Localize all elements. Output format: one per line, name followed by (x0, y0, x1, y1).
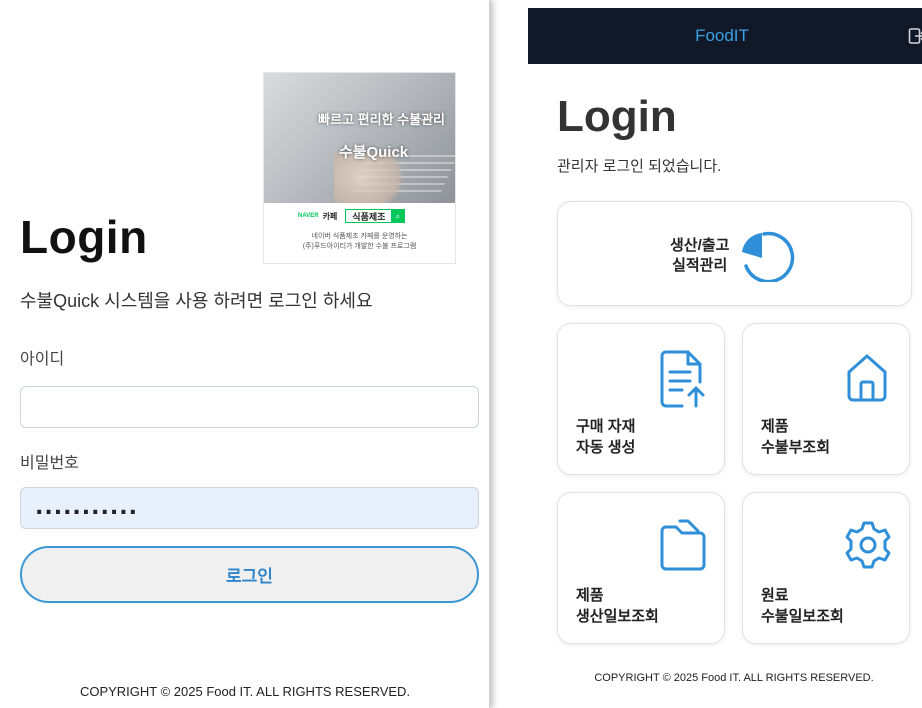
page-title: Login (20, 211, 148, 263)
card-label: 제품 생산일보조회 (576, 587, 659, 625)
copyright-footer: COPYRIGHT © 2025 Food IT. ALL RIGHTS RES… (79, 684, 411, 699)
promo-banner[interactable]: 빠르고 편리한 수불관리 수불Quick NAVER 카페 식품제조 ⌕ 네이버… (263, 72, 456, 264)
dashboard-title: Login (557, 92, 677, 141)
copyright-footer: COPYRIGHT © 2025 Food IT. ALL RIGHTS RES… (594, 672, 874, 684)
id-input[interactable] (20, 386, 479, 428)
search-icon: ⌕ (391, 209, 405, 223)
naver-logo: NAVER (298, 213, 319, 219)
id-label: 아이디 (20, 351, 65, 368)
promo-description-line2: (주)푸드아이티가 개발한 수불 프로그램 (302, 243, 417, 250)
card-label: 원료 수불일보조회 (761, 587, 844, 625)
card-label: 생산/출고 실적관리 (670, 237, 730, 274)
folder-icon (658, 517, 706, 573)
login-status-message: 관리자 로그인 되었습니다. (557, 158, 722, 175)
card-purchase-material[interactable]: 구매 자재 자동 생성 (557, 323, 725, 475)
card-production-daily[interactable]: 제품 생산일보조회 (557, 492, 725, 644)
password-input[interactable]: ........... (20, 487, 479, 529)
promo-search-term: 식품제조 (352, 211, 386, 222)
login-instructions: 수불Quick 시스템을 사용 하려면 로그인 하세요 (20, 291, 373, 311)
promo-description-line1: 네이버 식품제조 카페를 운영하는 (311, 233, 408, 240)
card-product-ledger[interactable]: 제품 수불부조회 (742, 323, 910, 475)
login-button[interactable]: 로그인 (20, 546, 479, 603)
card-production-shipment[interactable]: 생산/출고 실적관리 (557, 201, 912, 306)
promo-photo: 빠르고 편리한 수불관리 수불Quick (264, 73, 455, 203)
card-material-daily[interactable]: 원료 수불일보조회 (742, 492, 910, 644)
dashboard-panel: FoodIT Login 관리자 로그인 되었습니다. 생산/출고 실적관리 구… (528, 8, 922, 708)
cafe-word: 카페 (322, 211, 338, 221)
document-upload-icon (658, 348, 706, 408)
login-panel: 빠르고 편리한 수불관리 수불Quick NAVER 카페 식품제조 ⌕ 네이버… (0, 0, 490, 708)
gear-icon (843, 517, 891, 573)
promo-tagline: 빠르고 편리한 수불관리 (318, 112, 445, 127)
top-navbar: FoodIT (528, 8, 922, 64)
promo-cafe-search: NAVER 카페 식품제조 ⌕ (298, 208, 406, 224)
promo-product-name: 수불Quick (338, 144, 409, 161)
card-label: 제품 수불부조회 (761, 418, 831, 456)
card-label: 구매 자재 자동 생성 (576, 418, 636, 456)
password-label: 비밀번호 (20, 455, 79, 472)
brand-logo[interactable]: FoodIT (528, 8, 922, 64)
logout-icon[interactable] (908, 27, 922, 45)
home-icon (843, 348, 891, 404)
pie-chart-icon (740, 226, 798, 282)
promo-searchbox: 식품제조 ⌕ (345, 209, 406, 223)
